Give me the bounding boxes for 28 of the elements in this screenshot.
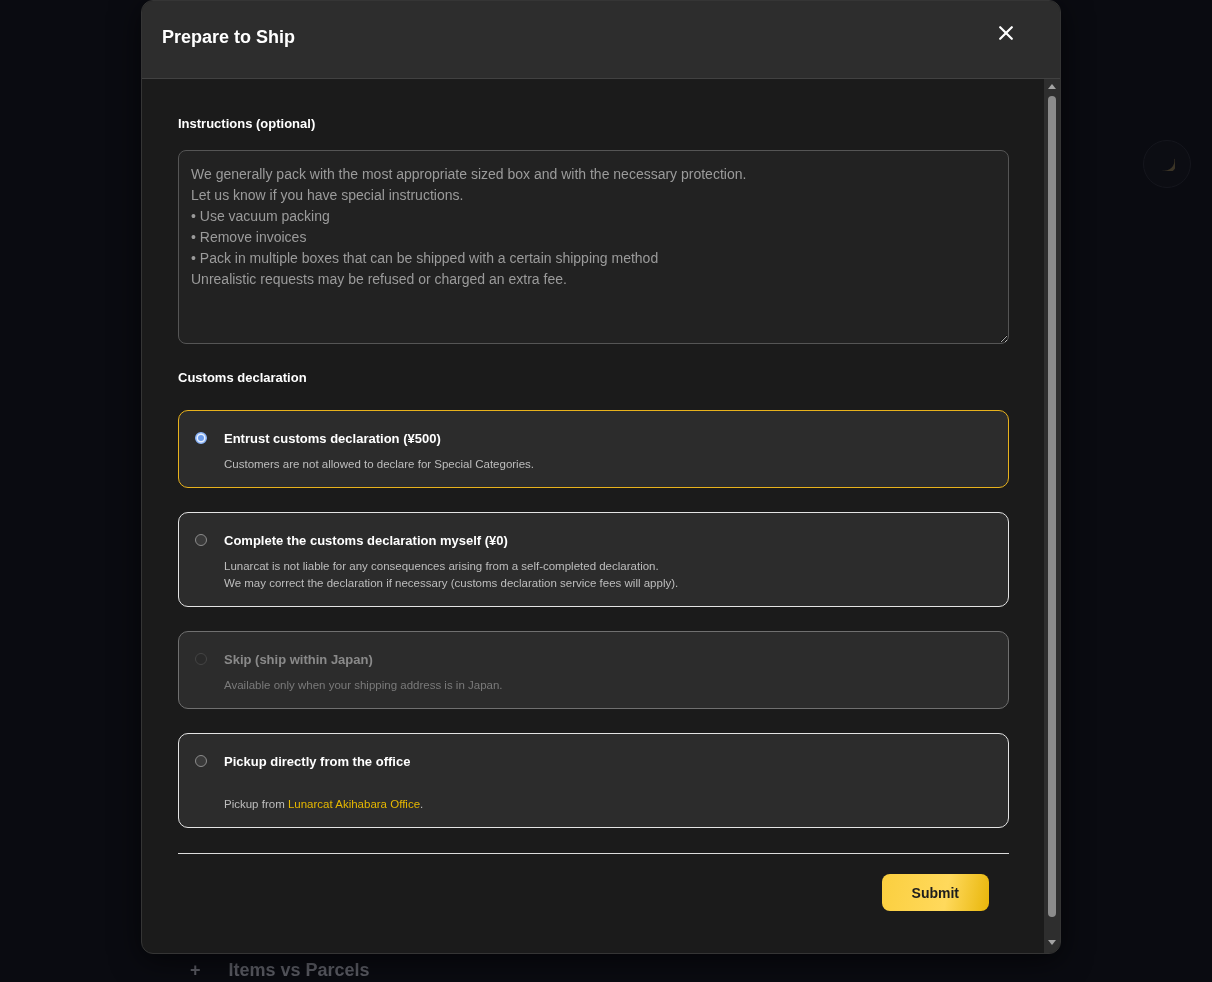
instructions-field[interactable]: We generally pack with the most appropriate sized box and with the necessary protection. Let us know if you have special instructions. • Use vacuum packing • Remove invoices • Pack in multiple boxes that can be shipped with a certain shipping method Unrealistic requests may be refused or charged an extra fee. bbox=[178, 150, 1009, 344]
option-title: Complete the customs declaration myself (¥0) bbox=[224, 532, 509, 550]
scroll-up-icon[interactable] bbox=[1048, 84, 1056, 89]
customs-option[interactable]: Pickup directly from the office Pickup from Lunarcat Akihabara Office. bbox=[178, 733, 1009, 828]
customs-option[interactable] bbox=[178, 512, 1009, 607]
customs-option[interactable]: Entrust customs declaration (¥500) Customers are not allowed to declare for Special Categories. bbox=[178, 410, 1009, 488]
close-icon bbox=[999, 26, 1013, 40]
option-title: Pickup directly from the office bbox=[224, 753, 412, 771]
option-description: Lunarcat is not liable for any consequences arising from a self-completed declaration. We may correct the declaration if necessary (customs declaration service fees will apply). bbox=[224, 559, 679, 591]
dialog-title: Prepare to Ship bbox=[162, 26, 296, 48]
radio-button[interactable] bbox=[195, 534, 207, 546]
moon-icon bbox=[1159, 157, 1175, 171]
scrollbar-track[interactable] bbox=[1044, 79, 1060, 953]
radio-button[interactable] bbox=[195, 755, 207, 767]
customs-label: Customs declaration bbox=[178, 370, 308, 386]
section-title: Items vs Parcels bbox=[228, 959, 370, 981]
submit-button[interactable]: Submit bbox=[881, 874, 989, 911]
option-title: Entrust customs declaration (¥500) bbox=[224, 430, 442, 448]
option-title: Skip (ship within Japan) bbox=[224, 651, 374, 669]
option-description: Available only when your shipping address is in Japan. bbox=[224, 678, 503, 693]
option-description: Customers are not allowed to declare for Special Categories. bbox=[224, 457, 535, 472]
instructions-label: Instructions (optional) bbox=[178, 116, 317, 132]
option-description: Pickup from Lunarcat Akihabara Office. bbox=[224, 797, 424, 812]
theme-toggle-button[interactable] bbox=[1143, 140, 1191, 188]
office-link[interactable]: Lunarcat Akihabara Office bbox=[287, 798, 421, 810]
radio-button[interactable] bbox=[195, 432, 207, 444]
scrollbar-thumb[interactable] bbox=[1048, 96, 1056, 917]
scroll-down-icon[interactable] bbox=[1048, 940, 1056, 945]
